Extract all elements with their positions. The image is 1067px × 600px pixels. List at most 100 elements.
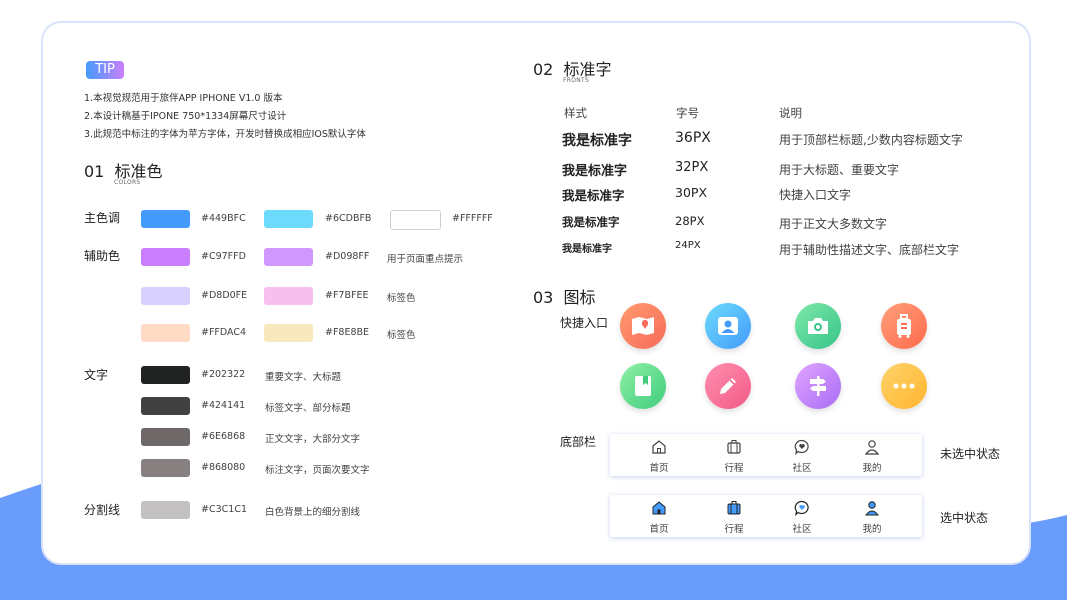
more-dots-icon[interactable] (881, 363, 927, 409)
bookmark-book-icon[interactable] (620, 363, 666, 409)
chat-heart-filled-icon (794, 500, 809, 516)
map-book-icon[interactable] (620, 303, 666, 349)
tab-mine[interactable]: 我的 (847, 434, 897, 476)
text-color-usage-note: 正文文字，大部分文字 (265, 434, 361, 445)
tab-home-selected[interactable]: 首页 (634, 495, 684, 537)
text-color-hex-code: #202322 (201, 369, 246, 380)
text-color-usage-note: 标注文字，页面次要文字 (265, 465, 370, 476)
luggage-outline-icon (727, 440, 741, 454)
color-hex-code: #F7BFEE (325, 290, 369, 301)
font-size-value: 30PX (675, 185, 708, 200)
color-swatch (141, 287, 190, 305)
text-color-swatch (141, 397, 190, 415)
luggage-icon[interactable] (881, 303, 927, 349)
font-sample: 我是标准字 (562, 188, 625, 203)
selected-state-label: 选中状态 (940, 511, 989, 525)
color-swatch (264, 248, 313, 266)
color-swatch (141, 210, 190, 228)
tab-community-selected-label: 社区 (792, 524, 812, 535)
tip-line-3: 3.此规范中标注的字体为苹方字体，开发时替换成相应IOS默认字体 (84, 129, 366, 140)
colors-section-subtitle: COLORS (114, 179, 141, 186)
text-color-usage-note: 重要文字、大标题 (265, 372, 342, 383)
font-sample: 我是标准字 (562, 164, 628, 179)
font-usage-description: 用于正文大多数文字 (779, 217, 888, 231)
font-sample: 我是标准字 (562, 133, 632, 149)
font-size-value: 32PX (675, 160, 709, 175)
color-hex-code: #449BFC (201, 213, 246, 224)
divider-color-swatch (141, 501, 190, 519)
text-color-label: 文字 (84, 368, 109, 382)
font-sample: 我是标准字 (562, 215, 620, 229)
tip-line-1: 1.本视觉规范用于旅伴APP IPHONE V1.0 版本 (84, 93, 283, 104)
divider-color-label: 分割线 (84, 503, 121, 517)
home-filled-icon (652, 501, 666, 515)
color-hex-code: #D8D0FE (201, 290, 248, 301)
color-usage-note: 标签色 (387, 293, 416, 304)
color-usage-note: 用于页面重点提示 (387, 254, 464, 265)
text-color-hex-code: #6E6868 (201, 431, 246, 442)
home-icon (652, 440, 666, 454)
unselected-state-label: 未选中状态 (940, 447, 1001, 461)
camera-icon[interactable] (795, 303, 841, 349)
font-usage-description: 用于辅助性描述文字、底部栏文字 (779, 243, 960, 257)
divider-color-usage-note: 白色背景上的细分割线 (265, 507, 361, 518)
tab-mine-selected[interactable]: 我的 (847, 495, 897, 537)
tabbar-selected: 首页 行程 社区 我的 (610, 495, 922, 537)
fonts-section-number: 02 (533, 60, 554, 79)
icons-section-title: 03 图标 (533, 284, 596, 308)
pencil-icon[interactable] (705, 363, 751, 409)
tab-community-selected[interactable]: 社区 (777, 495, 827, 537)
text-color-hex-code: #424141 (201, 400, 246, 411)
tab-community[interactable]: 社区 (777, 434, 827, 476)
tab-trip[interactable]: 行程 (709, 434, 759, 476)
font-table-header-size: 字号 (676, 106, 699, 120)
icons-section-number: 03 (533, 288, 554, 307)
font-usage-description: 用于大标题、重要文字 (779, 163, 900, 177)
tab-home[interactable]: 首页 (634, 434, 684, 476)
font-table-header-desc: 说明 (779, 106, 802, 120)
text-color-swatch (141, 366, 190, 384)
user-icon (864, 440, 880, 455)
color-swatch (390, 210, 441, 230)
icons-section-heading: 图标 (563, 288, 596, 307)
user-card-icon[interactable] (705, 303, 751, 349)
tip-badge: TIP (86, 61, 124, 79)
user-filled-icon (864, 501, 880, 516)
color-swatch (264, 324, 313, 342)
font-size-value: 24PX (675, 240, 701, 251)
fonts-section-subtitle: FRONTS (563, 77, 590, 84)
tab-home-selected-label: 首页 (649, 524, 669, 535)
color-hex-code: #F8E8BE (325, 327, 370, 338)
chat-heart-icon (794, 439, 809, 455)
tab-trip-selected[interactable]: 行程 (709, 495, 759, 537)
tab-mine-label: 我的 (862, 463, 882, 474)
tab-trip-label: 行程 (724, 463, 744, 474)
tab-home-label: 首页 (649, 463, 669, 474)
quick-entry-label: 快捷入口 (560, 316, 609, 330)
color-hex-code: #6CDBFB (325, 213, 372, 224)
color-row-label: 辅助色 (84, 249, 121, 263)
font-usage-description: 快捷入口文字 (779, 188, 852, 202)
colors-section-number: 01 (84, 162, 105, 181)
font-size-value: 28PX (675, 214, 705, 228)
color-hex-code: #D098FF (325, 251, 370, 262)
font-table-header-style: 样式 (564, 106, 587, 120)
luggage-filled-icon (727, 501, 741, 515)
font-sample: 我是标准字 (562, 244, 612, 255)
text-color-swatch (141, 459, 190, 477)
color-swatch (264, 210, 313, 228)
tab-mine-selected-label: 我的 (862, 524, 882, 535)
color-usage-note: 标签色 (387, 330, 416, 341)
font-size-value: 36PX (675, 130, 711, 146)
color-hex-code: #FFDAC4 (201, 327, 247, 338)
tabbar-label: 底部栏 (560, 435, 597, 449)
color-swatch (141, 248, 190, 266)
text-color-hex-code: #868080 (201, 462, 246, 473)
divider-color-hex-code: #C3C1C1 (201, 504, 247, 515)
color-hex-code: #FFFFFF (452, 213, 493, 224)
color-swatch (264, 287, 313, 305)
tip-line-2: 2.本设计稿基于IPONE 750*1334屏幕尺寸设计 (84, 111, 287, 122)
color-swatch (141, 324, 190, 342)
signpost-icon[interactable] (795, 363, 841, 409)
text-color-usage-note: 标签文字、部分标题 (265, 403, 351, 414)
